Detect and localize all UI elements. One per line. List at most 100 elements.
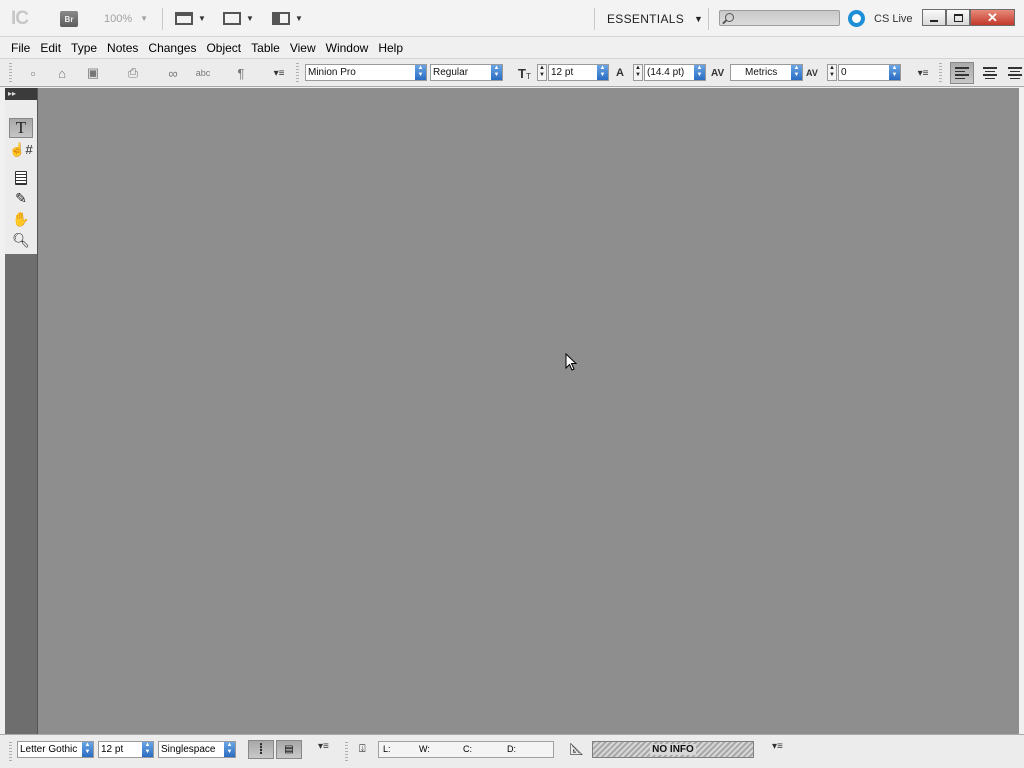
font-size-stepper[interactable]: ▲ ▼ xyxy=(537,64,547,81)
document-workspace[interactable] xyxy=(5,88,1019,734)
status-font-select[interactable]: Letter Gothic ▲ ▼ xyxy=(17,741,94,758)
application-bar: IC Br 100% ▼ ▼ ▼ ▼ ESSENTIALS ▼ CS Live … xyxy=(0,0,1024,37)
panel-grip[interactable] xyxy=(939,63,942,83)
zoom-icon: 🔍︎ xyxy=(12,231,30,248)
font-style-value: Regular xyxy=(433,67,469,78)
tools-panel-header[interactable]: ▸▸ xyxy=(5,88,37,100)
bridge-button[interactable]: Br xyxy=(60,11,78,27)
leading-value: (14.4 pt) xyxy=(647,67,685,78)
line-numbers-button[interactable]: ┋ xyxy=(248,740,274,759)
tracking-select[interactable]: 0 ▲ ▼ xyxy=(838,64,901,81)
copyfit-info-field: L: W: C: D: xyxy=(378,741,554,758)
menu-help[interactable]: Help xyxy=(373,41,408,55)
line-numbers-icon: ┋ xyxy=(257,744,265,755)
tracking-value: 0 xyxy=(841,67,847,78)
hand-tool[interactable]: ✋ xyxy=(9,209,33,229)
panel-menu-icon: ▾≡ xyxy=(318,741,329,752)
panel-menu-icon: ▾≡ xyxy=(273,67,285,79)
screen-mode-button[interactable]: ▼ xyxy=(223,0,254,37)
status-spacing-value: Singlespace xyxy=(161,744,216,755)
copyfit-ruler-icon: 📐︎ xyxy=(569,742,585,756)
font-size-select[interactable]: 12 pt ▲ ▼ xyxy=(548,64,609,81)
styles-column-icon: ▤ xyxy=(284,744,294,755)
type-tool[interactable]: T xyxy=(9,118,33,138)
kerning-value: Metrics xyxy=(745,67,778,78)
zoom-tool[interactable]: 🔍︎ xyxy=(9,230,33,250)
show-hidden-characters-button[interactable]: ¶ xyxy=(233,59,249,87)
tracking-stepper[interactable]: ▲ ▼ xyxy=(827,64,837,81)
status-panel-menu-button[interactable]: ▾≡ xyxy=(772,741,783,752)
open-button[interactable]: ⌂ xyxy=(52,59,72,87)
incopy-logo: IC xyxy=(11,7,29,29)
expand-icon: ▸▸ xyxy=(8,89,17,98)
print-button[interactable]: ⎙ xyxy=(124,59,142,87)
status-panel-menu-button[interactable]: ▾≡ xyxy=(318,741,329,752)
font-family-select[interactable]: Minion Pro ▲ ▼ xyxy=(305,64,427,81)
arrange-documents-button[interactable]: ▼ xyxy=(272,0,303,37)
paragraph-styles-column-button[interactable]: ▤ xyxy=(276,740,302,759)
align-center-button[interactable] xyxy=(978,62,1002,84)
menu-changes[interactable]: Changes xyxy=(143,41,201,55)
menu-view[interactable]: View xyxy=(285,41,321,55)
font-size-value: 12 pt xyxy=(551,67,574,78)
eyedropper-tool[interactable]: ✎ xyxy=(9,188,33,208)
menu-type[interactable]: Type xyxy=(66,41,102,55)
menu-file[interactable]: File xyxy=(6,41,35,55)
menu-object[interactable]: Object xyxy=(201,41,246,55)
view-options-button[interactable]: ▼ xyxy=(175,0,206,37)
search-input[interactable] xyxy=(719,10,840,26)
kerning-icon: AV xyxy=(711,67,725,79)
status-spacing-select[interactable]: Singlespace ▲ ▼ xyxy=(158,741,236,758)
restore-button[interactable] xyxy=(946,9,970,26)
chevron-down-icon: ▼ xyxy=(140,14,149,23)
note-tool[interactable] xyxy=(9,168,33,188)
position-tool-icon: ☝# xyxy=(9,142,33,157)
minimize-icon xyxy=(930,19,938,22)
new-document-button[interactable]: ▫ xyxy=(24,59,42,87)
no-info-label: NO INFO xyxy=(650,744,696,755)
minimize-button[interactable] xyxy=(922,9,946,26)
menu-table[interactable]: Table xyxy=(246,41,285,55)
align-right-button[interactable] xyxy=(1006,62,1024,84)
select-arrows-icon: ▲ ▼ xyxy=(491,65,502,80)
panel-grip[interactable] xyxy=(296,63,299,83)
panel-grip[interactable] xyxy=(9,742,12,762)
menu-notes[interactable]: Notes xyxy=(102,41,143,55)
close-button[interactable]: ✕ xyxy=(970,9,1015,26)
align-left-button[interactable] xyxy=(950,62,974,84)
status-size-select[interactable]: 12 pt ▲ ▼ xyxy=(98,741,154,758)
binoculars-icon: ∞ xyxy=(168,65,178,81)
spelling-button[interactable]: abc xyxy=(193,59,213,87)
select-arrows-icon: ▲ ▼ xyxy=(791,65,802,80)
leading-stepper[interactable]: ▲ ▼ xyxy=(633,64,643,81)
panel-grip[interactable] xyxy=(9,63,12,83)
menu-bar: File Edit Type Notes Changes Object Tabl… xyxy=(0,37,1024,58)
panel-grip[interactable] xyxy=(345,742,348,762)
position-tool[interactable]: ☝# xyxy=(9,140,33,160)
film-icon xyxy=(175,12,193,25)
menu-window[interactable]: Window xyxy=(321,41,374,55)
cs-live-label[interactable]: CS Live xyxy=(874,0,913,37)
chevron-down-icon: ▼ xyxy=(694,13,704,24)
zoom-level[interactable]: 100% ▼ xyxy=(104,0,148,37)
status-size-value: 12 pt xyxy=(101,744,124,755)
font-style-select[interactable]: Regular ▲ ▼ xyxy=(430,64,503,81)
leading-select[interactable]: (14.4 pt) ▲ ▼ xyxy=(644,64,706,81)
tracking-icon: AV xyxy=(806,68,818,78)
screen-mode-icon xyxy=(223,12,241,25)
find-button[interactable]: ∞ xyxy=(162,59,184,87)
kerning-select[interactable]: Metrics ▲ ▼ xyxy=(730,64,803,81)
window-controls: ✕ xyxy=(922,9,1015,26)
status-bar: Letter Gothic ▲ ▼ 12 pt ▲ ▼ Singlespace ▲ ▼… xyxy=(0,734,1024,768)
eyedropper-icon: ✎ xyxy=(15,189,27,206)
new-document-icon: ▫ xyxy=(30,65,36,81)
panel-menu-button[interactable]: ▾≡ xyxy=(270,59,288,87)
select-arrows-icon: ▲ ▼ xyxy=(889,65,900,80)
panel-menu-button[interactable]: ▾≡ xyxy=(913,59,933,87)
select-arrows-icon: ▲ ▼ xyxy=(82,742,93,757)
workspace-switcher[interactable]: ESSENTIALS ▼ xyxy=(607,0,703,37)
save-button[interactable]: ▣ xyxy=(84,59,102,87)
panel-menu-icon: ▾≡ xyxy=(917,67,929,79)
cs-live-icon[interactable] xyxy=(848,10,865,27)
menu-edit[interactable]: Edit xyxy=(35,41,66,55)
